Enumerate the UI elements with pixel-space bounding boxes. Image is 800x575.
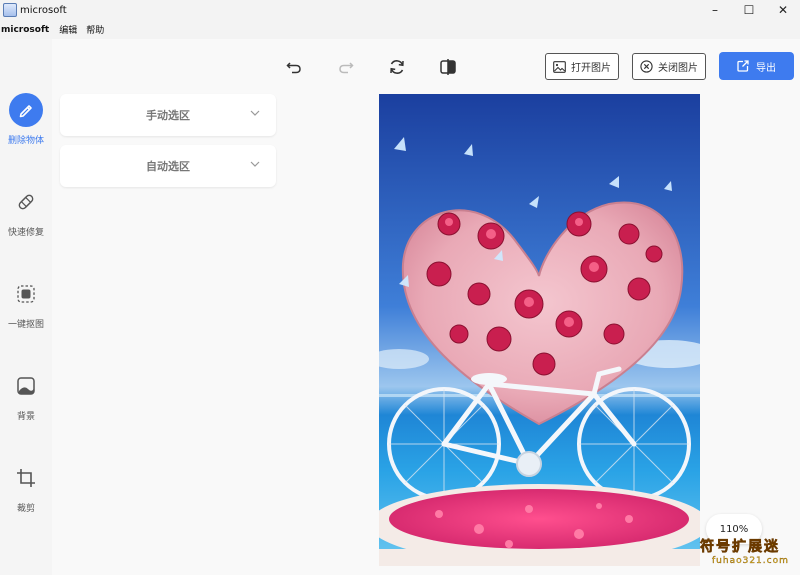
open-image-label: 打开图片 — [571, 63, 611, 74]
loaded-photo — [379, 94, 700, 566]
window-controls: – ☐ ✕ — [698, 0, 800, 20]
crop-icon — [9, 461, 43, 495]
title-bar: microsoft – ☐ ✕ — [0, 0, 800, 20]
close-circle-icon — [640, 60, 653, 73]
close-image-label: 关闭图片 — [658, 63, 698, 74]
menu-edit[interactable]: 编辑 — [59, 23, 77, 36]
redo-button[interactable] — [335, 56, 357, 78]
app-window: microsoft – ☐ ✕ microsoft 编辑 帮助 删除物体 快速修… — [0, 0, 800, 575]
reset-button[interactable] — [386, 56, 408, 78]
export-label: 导出 — [756, 62, 776, 74]
minimize-button[interactable]: – — [698, 0, 732, 20]
watermark-line1: 符号扩展迷 — [700, 539, 780, 556]
chevron-down-icon — [250, 161, 260, 167]
image-icon — [553, 60, 566, 73]
close-image-button[interactable]: 关闭图片 — [632, 53, 706, 80]
open-image-button[interactable]: 打开图片 — [545, 53, 619, 80]
undo-icon — [286, 62, 301, 74]
tool-background[interactable]: 背景 — [0, 369, 52, 439]
chevron-down-icon — [250, 110, 260, 116]
cutout-icon — [9, 277, 43, 311]
undo-button[interactable] — [283, 56, 305, 78]
background-image-icon — [9, 369, 43, 403]
app-logo-icon — [3, 3, 17, 17]
tool-quick-fix[interactable]: 快速修复 — [0, 185, 52, 255]
tool-label: 一键抠图 — [7, 320, 44, 330]
tool-label: 删除物体 — [7, 136, 44, 146]
tool-remove-object[interactable]: 删除物体 — [0, 93, 52, 163]
compare-icon — [440, 59, 456, 75]
compare-button[interactable] — [437, 56, 459, 78]
menu-help[interactable]: 帮助 — [86, 23, 104, 36]
refresh-icon — [390, 60, 404, 74]
eraser-icon — [9, 93, 43, 127]
manual-selection-panel[interactable]: 手动选区 — [60, 94, 276, 136]
tool-one-click-cutout[interactable]: 一键抠图 — [0, 277, 52, 347]
panel-title: 手动选区 — [146, 109, 190, 122]
image-canvas[interactable] — [379, 94, 700, 566]
watermark-line2: fuhao321.com — [712, 556, 789, 566]
redo-icon — [339, 62, 354, 74]
tool-label: 背景 — [16, 412, 35, 422]
main-panel: 手动选区 自动选区 打开图片 关闭图片 导出 110% 符号扩展迷 fuhao3… — [52, 39, 800, 575]
panel-title: 自动选区 — [146, 160, 190, 173]
tool-rail: 删除物体 快速修复 一键抠图 背景 裁剪 — [0, 39, 52, 575]
menu-brand[interactable]: microsoft — [1, 25, 49, 35]
close-window-button[interactable]: ✕ — [766, 0, 800, 20]
tool-crop[interactable]: 裁剪 — [0, 461, 52, 531]
tool-label: 快速修复 — [7, 228, 44, 238]
auto-selection-panel[interactable]: 自动选区 — [60, 145, 276, 187]
tool-label: 裁剪 — [16, 504, 35, 514]
maximize-button[interactable]: ☐ — [732, 0, 766, 20]
bandage-icon — [9, 185, 43, 219]
export-button[interactable]: 导出 — [719, 52, 794, 80]
export-icon — [737, 60, 749, 72]
window-title: microsoft — [20, 4, 67, 16]
watermark-logo: 符号扩展迷 fuhao321.com — [700, 536, 800, 572]
menu-bar: microsoft 编辑 帮助 — [0, 20, 800, 39]
